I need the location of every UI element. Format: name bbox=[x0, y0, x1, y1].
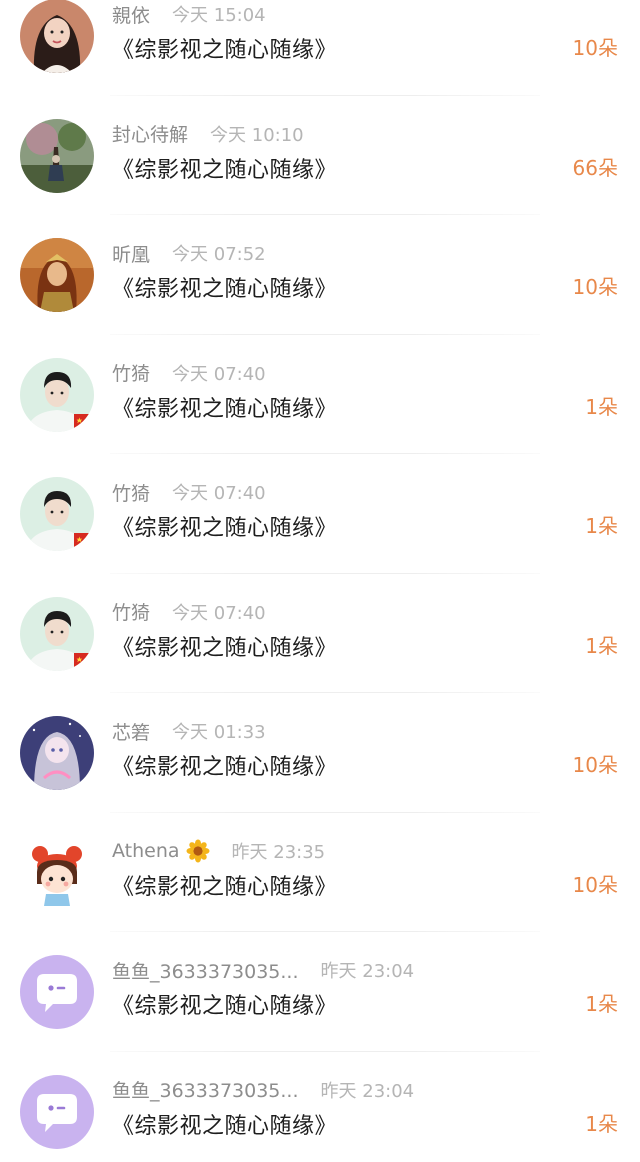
flower-count: 10朵 bbox=[572, 872, 618, 897]
record-meta: 昕凰 今天 07:52 bbox=[112, 239, 266, 267]
record-meta: 竹猗 今天 07:40 bbox=[112, 598, 266, 626]
gift-record-list: 親依 今天 15:04 《综影视之随心随缘》 10朵 封心待解 今天 10:10… bbox=[0, 0, 640, 1162]
sunflower-badge-icon bbox=[186, 839, 210, 863]
user-avatar[interactable] bbox=[20, 835, 94, 910]
record-time: 今天 10:10 bbox=[210, 124, 304, 146]
gift-record-row[interactable]: 芯箬 今天 01:33 《综影视之随心随缘》 10朵 bbox=[0, 693, 640, 813]
user-avatar[interactable] bbox=[20, 0, 94, 73]
record-time: 今天 07:40 bbox=[172, 483, 266, 504]
flower-count: 1朵 bbox=[585, 394, 618, 419]
user-avatar[interactable] bbox=[20, 716, 94, 790]
record-time: 昨天 23:04 bbox=[320, 1080, 415, 1102]
book-title: 《综影视之随心随缘》 bbox=[112, 994, 338, 1019]
book-title: 《综影视之随心随缘》 bbox=[112, 874, 338, 900]
book-title: 《综影视之随心随缘》 bbox=[112, 1113, 338, 1139]
user-name[interactable]: 親依 bbox=[112, 1, 150, 28]
user-avatar[interactable] bbox=[20, 1074, 94, 1149]
user-name[interactable]: 封心待解 bbox=[112, 120, 188, 147]
flower-count: 10朵 bbox=[572, 36, 618, 60]
record-meta: 竹猗 今天 07:40 bbox=[112, 359, 266, 387]
book-title: 《综影视之随心随缘》 bbox=[112, 755, 338, 780]
gift-record-row[interactable]: 鱼鱼_3633373035... 昨天 23:04 《综影视之随心随缘》 1朵 bbox=[0, 1052, 640, 1162]
book-title: 《综影视之随心随缘》 bbox=[112, 396, 338, 422]
gift-record-row[interactable]: 竹猗 今天 07:40 《综影视之随心随缘》 1朵 bbox=[0, 335, 640, 454]
user-avatar[interactable] bbox=[20, 477, 94, 551]
flower-count: 1朵 bbox=[585, 1111, 618, 1136]
record-meta: 芯箬 今天 01:33 bbox=[112, 717, 266, 745]
gift-record-row[interactable]: 竹猗 今天 07:40 《综影视之随心随缘》 1朵 bbox=[0, 574, 640, 693]
gift-record-row[interactable]: 封心待解 今天 10:10 《综影视之随心随缘》 66朵 bbox=[0, 96, 640, 215]
user-avatar[interactable] bbox=[20, 596, 94, 671]
record-time: 昨天 23:35 bbox=[231, 841, 326, 863]
record-meta: 封心待解 今天 10:10 bbox=[112, 120, 304, 148]
record-time: 今天 07:40 bbox=[172, 363, 266, 385]
record-meta: 親依 今天 15:04 bbox=[112, 0, 266, 28]
record-time: 今天 15:04 bbox=[172, 5, 266, 26]
record-time: 今天 07:40 bbox=[172, 602, 266, 624]
user-name[interactable]: 竹猗 bbox=[112, 359, 150, 386]
user-avatar[interactable] bbox=[20, 357, 94, 432]
record-time: 今天 01:33 bbox=[172, 722, 266, 743]
book-title: 《综影视之随心随缘》 bbox=[112, 516, 338, 541]
record-meta: Athena 昨天 23:35 bbox=[112, 837, 325, 865]
record-time: 今天 07:52 bbox=[172, 244, 266, 265]
gift-record-row[interactable]: 竹猗 今天 07:40 《综影视之随心随缘》 1朵 bbox=[0, 454, 640, 574]
gift-record-row[interactable]: 親依 今天 15:04 《综影视之随心随缘》 10朵 bbox=[0, 0, 640, 96]
record-meta: 鱼鱼_3633373035... 昨天 23:04 bbox=[112, 1076, 414, 1104]
flower-count: 1朵 bbox=[585, 514, 618, 538]
flower-count: 10朵 bbox=[572, 275, 618, 299]
user-avatar[interactable] bbox=[20, 238, 94, 312]
book-title: 《综影视之随心随缘》 bbox=[112, 157, 338, 183]
user-name[interactable]: 竹猗 bbox=[112, 598, 150, 625]
flower-count: 1朵 bbox=[585, 992, 618, 1016]
flower-count: 1朵 bbox=[585, 633, 618, 658]
user-name[interactable]: 竹猗 bbox=[112, 479, 150, 506]
user-name[interactable]: Athena bbox=[112, 840, 180, 862]
user-name[interactable]: 昕凰 bbox=[112, 240, 150, 267]
book-title: 《综影视之随心随缘》 bbox=[112, 38, 338, 63]
user-avatar[interactable] bbox=[20, 955, 94, 1029]
record-meta: 鱼鱼_3633373035... 昨天 23:04 bbox=[112, 956, 414, 984]
gift-record-row[interactable]: 昕凰 今天 07:52 《综影视之随心随缘》 10朵 bbox=[0, 215, 640, 335]
user-name[interactable]: 鱼鱼_3633373035... bbox=[112, 1076, 299, 1103]
user-name[interactable]: 芯箬 bbox=[112, 718, 150, 745]
gift-record-row[interactable]: Athena 昨天 23:35 《综影视之随心随缘》 10朵 bbox=[0, 813, 640, 932]
user-avatar[interactable] bbox=[20, 118, 94, 193]
gift-record-row[interactable]: 鱼鱼_3633373035... 昨天 23:04 《综影视之随心随缘》 1朵 bbox=[0, 932, 640, 1052]
record-time: 昨天 23:04 bbox=[320, 961, 415, 982]
flower-count: 66朵 bbox=[572, 155, 618, 180]
user-name[interactable]: 鱼鱼_3633373035... bbox=[112, 957, 299, 984]
book-title: 《综影视之随心随缘》 bbox=[112, 635, 338, 661]
flower-count: 10朵 bbox=[572, 753, 618, 777]
record-meta: 竹猗 今天 07:40 bbox=[112, 478, 266, 506]
book-title: 《综影视之随心随缘》 bbox=[112, 277, 338, 302]
